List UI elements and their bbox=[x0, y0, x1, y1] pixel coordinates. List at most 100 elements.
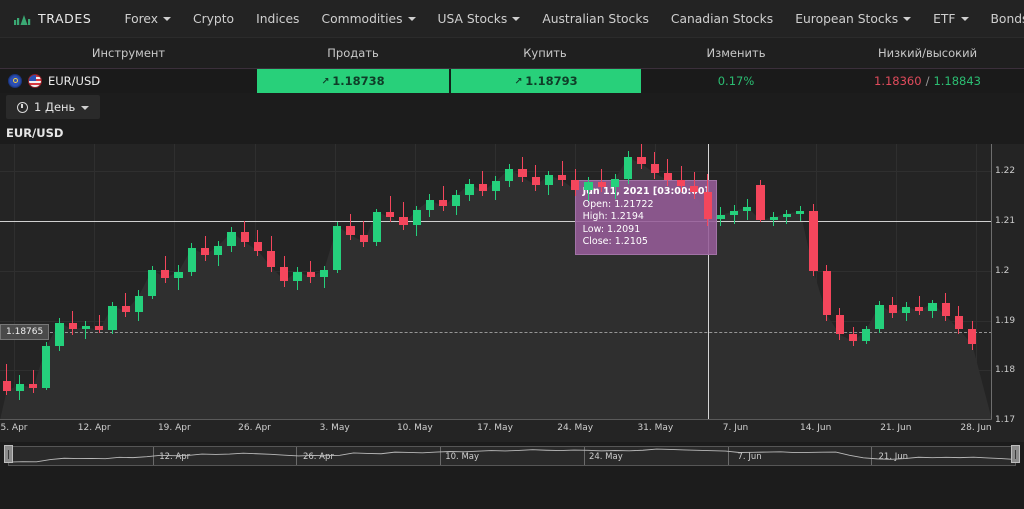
candle-body bbox=[293, 272, 301, 281]
candle-body bbox=[875, 305, 883, 330]
change-cell: 0.17% bbox=[641, 69, 831, 93]
candle-body bbox=[889, 305, 897, 313]
candlestick bbox=[849, 327, 857, 347]
candlestick bbox=[82, 321, 90, 340]
candle-body bbox=[915, 307, 923, 311]
candle-body bbox=[386, 212, 394, 217]
y-axis-tick: 1.21 bbox=[995, 216, 1015, 226]
nav-item-crypto[interactable]: Crypto bbox=[182, 0, 245, 38]
nav-item-bonds[interactable]: Bonds bbox=[980, 0, 1024, 38]
candle-wick bbox=[919, 296, 920, 315]
candlestick bbox=[346, 214, 354, 240]
candle-wick bbox=[601, 169, 602, 192]
candlestick bbox=[333, 222, 341, 273]
candle-body bbox=[148, 270, 156, 296]
instrument-cell[interactable]: EUR/USD bbox=[0, 69, 257, 93]
candlestick bbox=[518, 157, 526, 182]
candle-body bbox=[452, 195, 460, 206]
candlestick bbox=[293, 267, 301, 290]
candle-body bbox=[545, 175, 553, 185]
nav-item-indices[interactable]: Indices bbox=[245, 0, 310, 38]
table-row[interactable]: EUR/USD ↗ 1.18738 ↗ 1.18793 0.17% 1.1836… bbox=[0, 69, 1024, 93]
navigator-band[interactable]: 12. Apr26. Apr10. May24. May7. Jun21. Ju… bbox=[8, 446, 1016, 466]
candlestick bbox=[29, 370, 37, 392]
buy-price: 1.18793 bbox=[525, 74, 577, 88]
right-drag-handle[interactable] bbox=[1011, 445, 1020, 463]
nav-item-canadian-stocks[interactable]: Canadian Stocks bbox=[660, 0, 784, 38]
mountain-chart-icon bbox=[14, 12, 31, 25]
candle-body bbox=[677, 180, 685, 186]
high-value: 1.18843 bbox=[933, 74, 981, 88]
sell-button[interactable]: ↗ 1.18738 bbox=[257, 69, 449, 93]
candle-body bbox=[836, 315, 844, 335]
timeframe-selector[interactable]: 1 День bbox=[6, 95, 100, 119]
candlestick bbox=[214, 241, 222, 266]
left-drag-handle[interactable] bbox=[4, 445, 13, 463]
candlestick bbox=[69, 311, 77, 336]
candlestick bbox=[42, 342, 50, 390]
x-axis-tick: 10. May bbox=[397, 423, 433, 433]
nav-item-label: Crypto bbox=[193, 0, 234, 38]
candlestick bbox=[452, 190, 460, 215]
candle-body bbox=[743, 207, 751, 211]
candle-body bbox=[664, 173, 672, 180]
nav-item-commodities[interactable]: Commodities bbox=[310, 0, 426, 38]
x-axis-tick: 12. Apr bbox=[78, 423, 111, 433]
brand-label: TRADES bbox=[38, 11, 91, 26]
quote-table-header: Инструмент Продать Купить Изменить Низки… bbox=[0, 38, 1024, 69]
candlestick bbox=[889, 297, 897, 318]
candle-body bbox=[637, 157, 645, 163]
candle-body bbox=[108, 306, 116, 331]
candlestick bbox=[743, 199, 751, 220]
symbol-label: EUR/USD bbox=[48, 74, 100, 88]
x-axis-tick: 21. Jun bbox=[880, 423, 911, 433]
candlestick bbox=[875, 301, 883, 333]
candle-body bbox=[373, 212, 381, 242]
candlestick bbox=[823, 265, 831, 321]
candlestick bbox=[955, 306, 963, 335]
chart-plot-area[interactable]: 1.18765 Jun 11, 2021 [03:00:00] Open: 1.… bbox=[0, 144, 992, 420]
candle-body bbox=[346, 226, 354, 235]
nav-item-label: Bonds bbox=[991, 0, 1024, 38]
candlestick bbox=[479, 171, 487, 196]
candlestick bbox=[148, 266, 156, 299]
x-axis-tick: 28. Jun bbox=[960, 423, 991, 433]
x-axis[interactable]: 5. Apr12. Apr19. Apr26. Apr3. May10. May… bbox=[0, 419, 992, 442]
nav-item-forex[interactable]: Forex bbox=[113, 0, 182, 38]
brand-logo[interactable]: TRADES bbox=[14, 11, 91, 26]
candle-body bbox=[399, 217, 407, 225]
candle-body bbox=[809, 211, 817, 271]
tooltip-close: Close: 1.2105 bbox=[583, 236, 709, 248]
nav-item-european-stocks[interactable]: European Stocks bbox=[784, 0, 922, 38]
candle-body bbox=[42, 346, 50, 388]
candle-body bbox=[465, 184, 473, 195]
candle-body bbox=[161, 270, 169, 278]
x-axis-tick: 3. May bbox=[320, 423, 350, 433]
x-axis-tick: 31. May bbox=[637, 423, 673, 433]
candlestick bbox=[307, 261, 315, 283]
chevron-down-icon bbox=[903, 17, 911, 21]
nav-item-etf[interactable]: ETF bbox=[922, 0, 979, 38]
candlestick bbox=[584, 177, 592, 201]
nav-item-usa-stocks[interactable]: USA Stocks bbox=[427, 0, 532, 38]
y-axis[interactable]: 1.221.211.21.191.181.17 bbox=[991, 144, 1024, 420]
candlestick bbox=[770, 212, 778, 226]
chart-navigator[interactable]: 12. Apr26. Apr10. May24. May7. Jun21. Ju… bbox=[0, 444, 1024, 470]
price-chart[interactable]: 1.18765 Jun 11, 2021 [03:00:00] Open: 1.… bbox=[0, 144, 1024, 442]
main-navbar: TRADES Forex Crypto IndicesCommoditiesUSA … bbox=[0, 0, 1024, 38]
candlestick bbox=[413, 206, 421, 236]
candlestick bbox=[241, 221, 249, 247]
candlestick bbox=[426, 194, 434, 217]
candlestick bbox=[571, 169, 579, 196]
candle-body bbox=[214, 246, 222, 255]
buy-button[interactable]: ↗ 1.18793 bbox=[449, 69, 641, 93]
tooltip-high: High: 1.2194 bbox=[583, 211, 709, 223]
candlestick bbox=[677, 166, 685, 192]
nav-item-australian-stocks[interactable]: Australian Stocks bbox=[531, 0, 660, 38]
candle-body bbox=[439, 200, 447, 206]
buy-arrow-icon: ↗ bbox=[514, 76, 522, 87]
candlestick bbox=[320, 266, 328, 288]
candle-body bbox=[135, 296, 143, 312]
candle-body bbox=[690, 186, 698, 192]
candle-body bbox=[241, 232, 249, 242]
